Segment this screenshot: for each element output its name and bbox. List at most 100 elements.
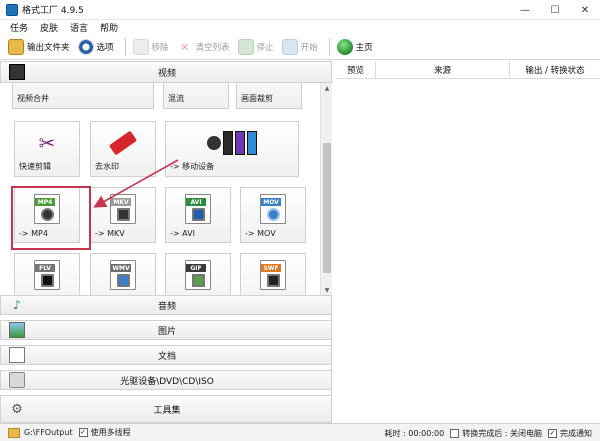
menu-bar: 任务 皮肤 语言 帮助 [0,20,600,35]
tile-crop-label: 画面裁剪 [241,94,273,103]
mov-file-icon: MOV [256,194,290,224]
options-icon [77,39,94,55]
mkv-badge: MKV [111,198,131,206]
tile-mkv-label: -> MKV [95,229,125,238]
scissors-icon: ✂ [38,131,56,155]
mov-badge: MOV [261,198,281,206]
options-button[interactable]: 选项 [76,37,118,57]
close-button[interactable]: ✕ [570,0,600,20]
category-video[interactable]: 视频 [0,61,332,83]
column-preview[interactable]: 预览 [336,61,376,78]
tile-quick-clip-label: 快速剪辑 [19,162,51,171]
tile-scrollbar[interactable]: ▲ ▼ [320,83,332,295]
gif-file-icon: GIF [181,260,215,290]
category-video-label: 视频 [157,68,176,79]
tile-watermark-label: 去水印 [95,162,119,171]
category-disc[interactable]: 光驱设备\DVD\CD\ISO [0,370,332,390]
menu-language[interactable]: 语言 [64,21,94,34]
scroll-up-icon[interactable]: ▲ [321,83,333,93]
window-controls: — ☐ ✕ [510,0,600,20]
tile-watermark[interactable]: 去水印 [90,121,156,177]
clear-list-button[interactable]: ✕ 清空列表 [175,37,234,57]
maximize-button[interactable]: ☐ [540,0,570,20]
category-document-label: 文档 [157,351,176,362]
home-label: 主页 [355,43,373,53]
tile-avi[interactable]: AVI -> AVI [165,187,231,243]
stop-label: 停止 [256,43,274,53]
globe-icon [336,39,353,55]
status-right: 耗时 : 00:00:00 转换完成后 : 关闭电脑 ✓ 完成通知 [385,424,592,441]
tile-quick-clip[interactable]: ✂ 快速剪辑 [14,121,80,177]
output-path[interactable]: G:\FFOutput [24,428,73,437]
category-audio[interactable]: ♪ 音频 [0,295,332,315]
tile-mix[interactable]: 混流 [163,83,229,109]
multithread-label: 使用多线程 [90,428,131,437]
tile-video-merge-label: 视频合并 [17,94,49,103]
avi-file-icon: AVI [181,194,215,224]
tile-mobile-label: -> 移动设备 [170,162,215,171]
toolbar-separator [124,38,126,56]
swf-badge: SWF [261,264,281,272]
tile-crop[interactable]: 画面裁剪 [236,83,302,109]
tile-gif[interactable]: GIF [165,253,231,295]
category-image-label: 图片 [157,326,176,337]
tile-mov[interactable]: MOV -> MOV [240,187,306,243]
column-output-status[interactable]: 输出 / 转换状态 [510,61,600,78]
mkv-file-icon: MKV [106,194,140,224]
category-document[interactable]: 文档 [0,345,332,365]
menu-help[interactable]: 帮助 [94,21,124,34]
flv-file-icon: FLV [30,260,64,290]
tile-swf[interactable]: SWF [240,253,306,295]
menu-task[interactable]: 任务 [4,21,34,34]
category-image[interactable]: 图片 [0,320,332,340]
task-list-panel[interactable]: 预览 来源 输出 / 转换状态 [336,61,600,423]
wmv-file-icon: WMV [106,260,140,290]
stop-icon [237,39,254,55]
mp4-highlight-box [11,186,91,250]
folder-icon[interactable] [8,427,20,438]
start-label: 开始 [300,43,318,53]
title-bar: 格式工厂 4.9.5 — ☐ ✕ [0,0,600,20]
column-source[interactable]: 来源 [376,61,510,78]
after-convert-checkbox[interactable] [450,428,460,438]
tile-mov-label: -> MOV [245,229,276,238]
start-icon [281,39,298,55]
output-folder-label: 输出文件夹 [27,43,70,53]
notify-checkbox[interactable]: ✓ [548,428,557,438]
swf-file-icon: SWF [256,260,290,290]
clear-list-label: 清空列表 [195,43,230,53]
toolbar-separator [328,38,330,56]
tile-mkv[interactable]: MKV -> MKV [90,187,156,243]
multithread-checkbox[interactable]: ✓ [78,428,88,437]
tile-avi-label: -> AVI [170,229,195,238]
category-tools-label: 工具集 [153,405,181,416]
tile-wmv[interactable]: WMV [90,253,156,295]
remove-icon [132,39,149,55]
remove-label: 移除 [151,43,169,53]
toolbar: 输出文件夹 选项 移除 ✕ 清空列表 停止 开始 主页 [0,35,600,60]
tile-mobile[interactable]: -> 移动设备 [165,121,299,177]
remove-button[interactable]: 移除 [131,37,173,57]
minimize-button[interactable]: — [510,0,540,20]
tile-mix-label: 混流 [168,94,184,103]
flv-badge: FLV [35,264,55,272]
output-folder-button[interactable]: 输出文件夹 [6,37,74,57]
stop-button[interactable]: 停止 [236,37,278,57]
options-label: 选项 [96,43,114,53]
clear-list-icon: ✕ [179,40,190,54]
notify-label: 完成通知 [560,428,592,438]
menu-skin[interactable]: 皮肤 [34,21,64,34]
eraser-icon [106,128,140,158]
scroll-down-icon[interactable]: ▼ [321,285,333,295]
scroll-thumb[interactable] [323,143,331,273]
category-disc-label: 光驱设备\DVD\CD\ISO [120,376,214,387]
start-button[interactable]: 开始 [280,37,322,57]
window-title: 格式工厂 4.9.5 [22,6,84,16]
tile-flv[interactable]: FLV [14,253,80,295]
category-tools[interactable]: ⚙ 工具集 [0,395,332,423]
gif-badge: GIF [186,264,206,272]
home-button[interactable]: 主页 [335,37,377,57]
app-icon [6,3,18,16]
tile-video-merge[interactable]: 视频合并 [12,83,154,109]
category-audio-label: 音频 [157,301,176,312]
